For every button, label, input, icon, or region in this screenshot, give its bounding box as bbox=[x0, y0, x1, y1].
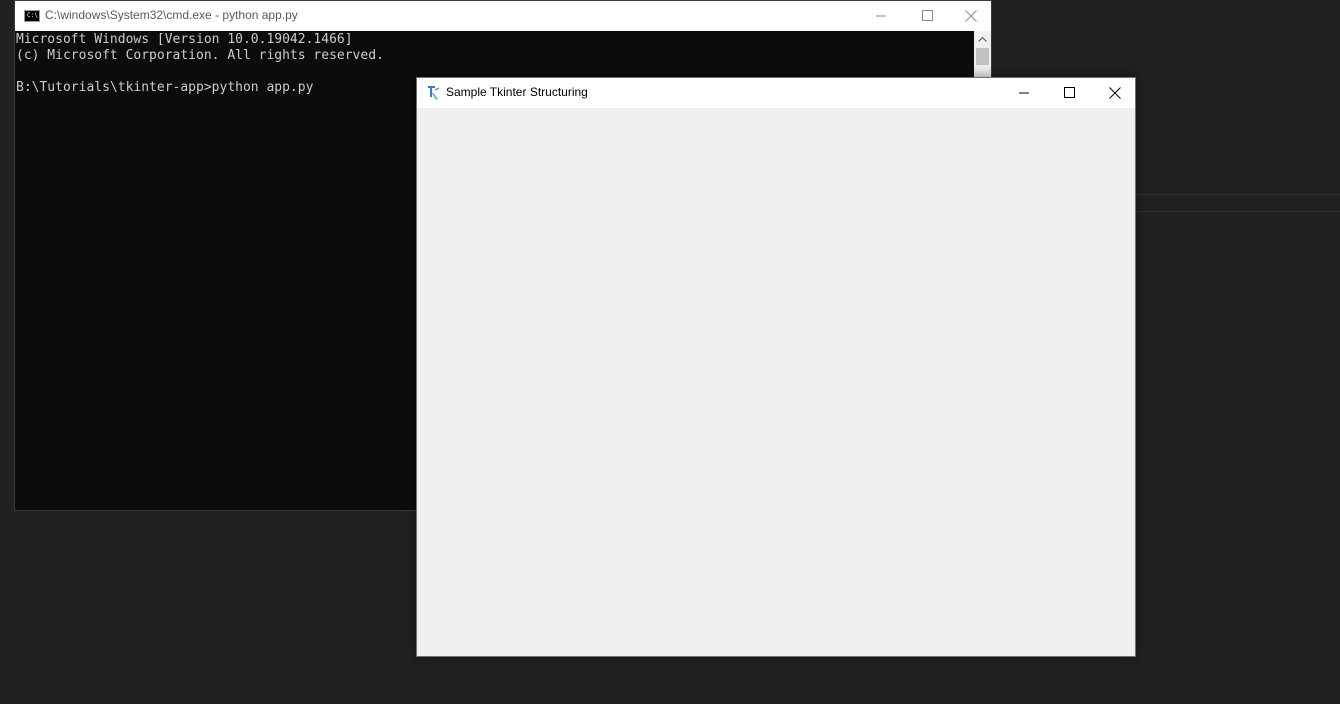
cmd-window-title: C:\windows\System32\cmd.exe - python app… bbox=[45, 8, 298, 22]
maximize-icon bbox=[1064, 87, 1075, 98]
cmd-minimize-button[interactable] bbox=[857, 1, 903, 31]
minimize-icon bbox=[876, 15, 886, 17]
cmd-icon-text: C:\ bbox=[27, 12, 38, 19]
tk-minimize-button[interactable] bbox=[1000, 78, 1046, 108]
cmd-app-icon: C:\ bbox=[24, 10, 40, 22]
tk-window-title: Sample Tkinter Structuring bbox=[446, 85, 588, 99]
cmd-maximize-button[interactable] bbox=[903, 1, 949, 31]
console-line: (c) Microsoft Corporation. All rights re… bbox=[16, 48, 384, 63]
tk-window[interactable]: Sample Tkinter Structuring bbox=[416, 77, 1136, 657]
tk-maximize-button[interactable] bbox=[1045, 78, 1091, 108]
close-icon bbox=[965, 10, 977, 22]
maximize-icon bbox=[922, 10, 933, 21]
console-line: Microsoft Windows [Version 10.0.19042.14… bbox=[16, 32, 353, 47]
tk-content-area[interactable] bbox=[417, 108, 1135, 656]
cmd-close-button[interactable] bbox=[947, 1, 993, 31]
chevron-up-icon bbox=[978, 36, 987, 42]
close-icon bbox=[1109, 87, 1121, 99]
tk-titlebar[interactable]: Sample Tkinter Structuring bbox=[417, 78, 1135, 108]
cmd-titlebar[interactable]: C:\ C:\windows\System32\cmd.exe - python… bbox=[15, 1, 991, 31]
scroll-up-button[interactable] bbox=[974, 31, 991, 48]
tk-close-button[interactable] bbox=[1091, 78, 1137, 108]
tk-feather-icon bbox=[428, 86, 440, 100]
scroll-thumb[interactable] bbox=[976, 48, 989, 65]
minimize-icon bbox=[1019, 92, 1029, 94]
